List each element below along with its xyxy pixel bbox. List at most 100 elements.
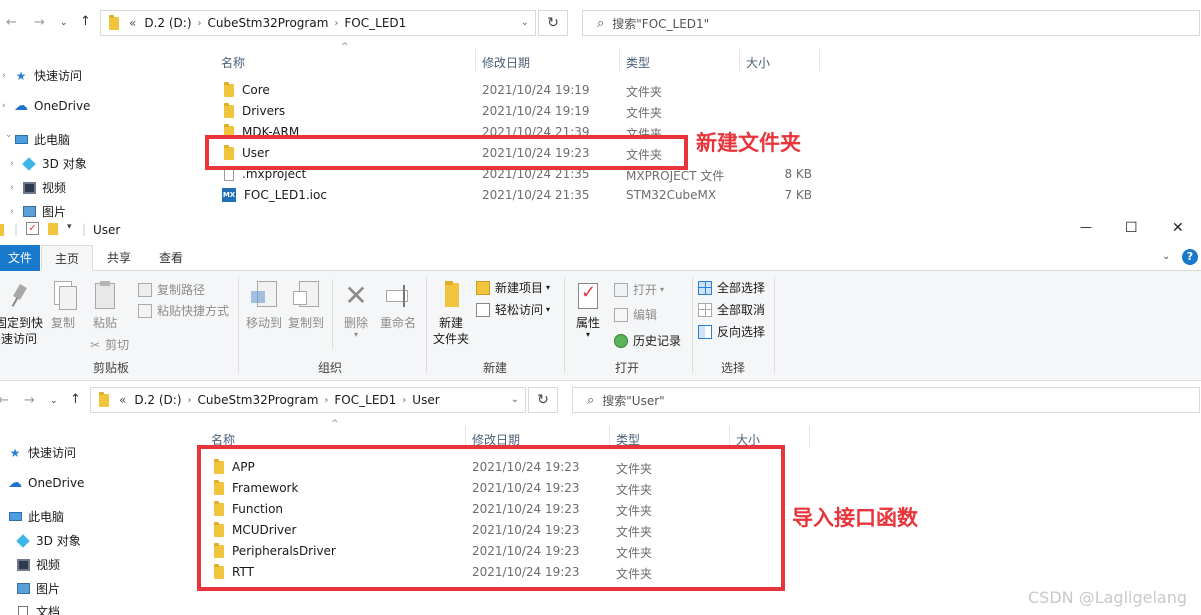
scissors-icon: ✂: [90, 337, 101, 352]
search-input[interactable]: ⌕ 搜索"User": [572, 387, 1200, 413]
search-placeholder: 搜索"User": [602, 393, 665, 408]
customize-toolbar-icon[interactable]: ▾: [67, 222, 72, 232]
column-header-size[interactable]: 大小: [746, 54, 770, 71]
button-label: 新建项目: [495, 281, 544, 295]
invert-selection-button[interactable]: 反向选择: [698, 323, 765, 340]
folder-icon: [0, 224, 4, 236]
breadcrumb-drive[interactable]: D.2 (D:): [144, 16, 191, 30]
paste-button[interactable]: 粘贴: [88, 281, 122, 331]
nav-quick-access[interactable]: ★ 快速访问: [0, 444, 76, 461]
easy-access-icon: [476, 302, 490, 317]
new-folder-button[interactable]: 新建 文件夹: [430, 281, 472, 347]
column-divider: [619, 49, 620, 71]
search-input[interactable]: ⌕ 搜索"FOC_LED1": [582, 10, 1200, 36]
copy-icon: [48, 281, 78, 311]
copy-path-button[interactable]: 复制路径: [138, 281, 205, 298]
button-label: 新建 文件夹: [432, 316, 469, 346]
button-label: 粘贴快捷方式: [157, 304, 230, 318]
recent-chevron-icon[interactable]: ⌄: [50, 394, 58, 408]
close-button[interactable]: ✕: [1172, 220, 1184, 236]
annotation-new-folder: 新建文件夹: [696, 131, 801, 155]
annotation-import-interfaces: 导入接口函数: [792, 506, 918, 530]
window-title-bar: | ✓ ▾ | User — ☐ ✕: [0, 218, 1201, 242]
breadcrumb-chevron-icon: ›: [324, 394, 329, 406]
tab-file[interactable]: 文件: [0, 245, 40, 271]
expand-ribbon-icon[interactable]: ⌄: [1162, 251, 1170, 262]
refresh-button[interactable]: ↻: [528, 387, 558, 413]
pin-quick-access-button[interactable]: 固定到快 速访问: [0, 281, 44, 347]
file-name: FOC_LED1.ioc: [244, 188, 327, 202]
column-header-type[interactable]: 类型: [626, 54, 650, 71]
move-to-button[interactable]: 移动到: [244, 281, 284, 331]
copy-to-button[interactable]: 复制到: [286, 281, 326, 331]
breadcrumb-drive[interactable]: D.2 (D:): [134, 393, 181, 407]
table-row[interactable]: Drivers 2021/10/24 19:19 文件夹: [0, 102, 830, 125]
table-row[interactable]: Core 2021/10/24 19:19 文件夹: [0, 81, 830, 104]
history-button[interactable]: 历史记录: [614, 332, 681, 349]
delete-button[interactable]: ✕ 删除 ▾: [338, 281, 374, 339]
address-overflow[interactable]: «: [129, 16, 136, 30]
button-label: 复制: [50, 316, 75, 330]
refresh-button[interactable]: ↻: [538, 10, 568, 36]
breadcrumb-current[interactable]: FOC_LED1: [344, 16, 406, 30]
nav-label: 快速访问: [28, 446, 77, 460]
forward-icon[interactable]: →: [24, 394, 35, 408]
up-icon[interactable]: ↑: [80, 15, 91, 29]
tab-share[interactable]: 共享: [96, 245, 142, 271]
new-folder-quick-icon[interactable]: [48, 223, 58, 235]
rename-button[interactable]: 重命名: [378, 281, 418, 331]
address-dropdown-icon[interactable]: ⌄: [511, 394, 519, 405]
group-divider: [426, 277, 427, 373]
properties-quick-icon[interactable]: ✓: [26, 222, 39, 235]
button-label: 剪切: [105, 338, 130, 352]
open-button[interactable]: 打开 ▾: [614, 281, 664, 298]
button-label: 复制路径: [157, 283, 206, 297]
copy-path-icon: [138, 282, 152, 297]
folder-icon: [224, 81, 234, 97]
address-overflow[interactable]: «: [119, 393, 126, 407]
easy-access-button[interactable]: 轻松访问 ▾: [476, 301, 550, 318]
properties-button[interactable]: ✓ 属性 ▾: [570, 281, 606, 339]
cut-button[interactable]: ✂ 剪切: [90, 336, 129, 353]
forward-icon[interactable]: →: [34, 16, 45, 30]
address-dropdown-icon[interactable]: ⌄: [521, 17, 529, 28]
properties-icon: ✓: [573, 281, 603, 311]
table-row[interactable]: MX FOC_LED1.ioc 2021/10/24 21:35 STM32Cub…: [0, 188, 830, 209]
ribbon-tabs: 文件 主页 共享 查看 ⌄ ?: [0, 245, 1201, 271]
back-icon[interactable]: ←: [6, 16, 17, 30]
paste-shortcut-button[interactable]: 粘贴快捷方式: [138, 302, 229, 319]
edit-button[interactable]: 编辑: [614, 306, 657, 323]
up-icon[interactable]: ↑: [70, 393, 81, 407]
divider: |: [82, 222, 87, 236]
nav-documents[interactable]: 文档: [4, 603, 60, 615]
column-divider: [809, 426, 810, 448]
breadcrumb-folder[interactable]: CubeStm32Program: [208, 16, 329, 30]
breadcrumb-folder[interactable]: FOC_LED1: [334, 393, 396, 407]
breadcrumb-current[interactable]: User: [412, 393, 439, 407]
select-none-button[interactable]: 全部取消: [698, 301, 765, 318]
nav-quick-access[interactable]: › ★ 快速访问: [2, 67, 82, 84]
copy-button[interactable]: 复制: [46, 281, 80, 331]
file-date: 2021/10/24 21:35: [482, 188, 590, 202]
address-bar[interactable]: « D.2 (D:) › CubeStm32Program › FOC_LED1…: [90, 387, 526, 413]
back-icon[interactable]: ←: [0, 394, 9, 408]
group-divider: [692, 277, 693, 373]
maximize-button[interactable]: ☐: [1125, 220, 1138, 236]
file-type: 文件夹: [626, 85, 663, 99]
tab-home[interactable]: 主页: [41, 245, 93, 271]
column-header-date[interactable]: 修改日期: [482, 54, 530, 71]
breadcrumb-folder[interactable]: CubeStm32Program: [198, 393, 319, 407]
column-header-name[interactable]: 名称: [221, 54, 245, 71]
help-icon[interactable]: ?: [1182, 249, 1198, 265]
clipboard-icon: [90, 281, 120, 311]
window-title: User: [93, 223, 121, 237]
address-bar[interactable]: « D.2 (D:) › CubeStm32Program › FOC_LED1…: [100, 10, 536, 36]
expand-chevron-icon[interactable]: ›: [2, 71, 14, 81]
new-item-button[interactable]: 新建项目 ▾: [476, 279, 550, 296]
sort-arrow-icon: ^: [341, 42, 349, 52]
minimize-button[interactable]: —: [1080, 220, 1092, 234]
table-row[interactable]: .mxproject 2021/10/24 21:35 MXPROJECT 文件…: [0, 167, 830, 188]
recent-chevron-icon[interactable]: ⌄: [60, 16, 68, 30]
tab-view[interactable]: 查看: [148, 245, 194, 271]
select-all-button[interactable]: 全部选择: [698, 279, 765, 296]
